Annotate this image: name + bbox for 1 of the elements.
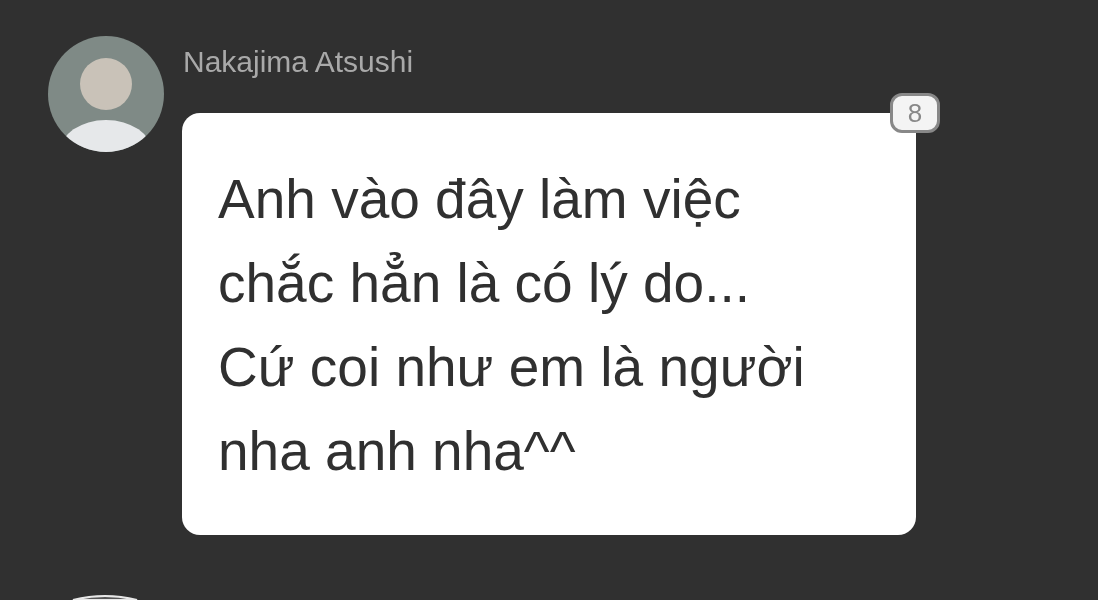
sender-name: Nakajima Atsushi (183, 44, 414, 80)
